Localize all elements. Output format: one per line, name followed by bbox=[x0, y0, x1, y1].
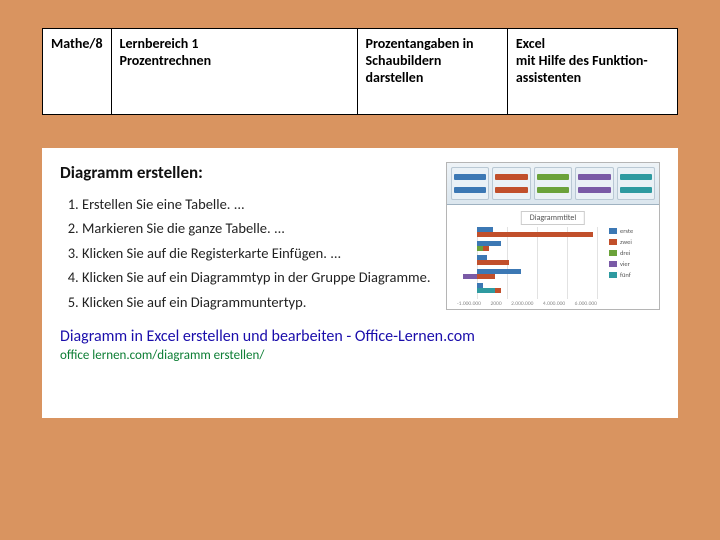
bar-row bbox=[457, 255, 597, 265]
ribbon-group bbox=[534, 167, 572, 200]
legend-swatch bbox=[609, 261, 617, 267]
header-cell-topic: Prozentangaben in Schaubildern darstelle… bbox=[357, 29, 507, 115]
header-area-line2: Prozentrechnen bbox=[120, 52, 212, 69]
legend-label: fünf bbox=[620, 271, 631, 279]
x-tick: 2000 bbox=[490, 301, 501, 307]
ribbon-group bbox=[617, 167, 655, 200]
legend-swatch bbox=[609, 239, 617, 245]
header-cell-area: Lernbereich 1 Prozentrechnen bbox=[111, 29, 357, 115]
x-tick: 4.000.000 bbox=[543, 301, 565, 307]
chart-area: Diagrammtitel erste zwei drei vier fünf bbox=[447, 205, 659, 309]
header-tool-line2: mit Hilfe des Funktion- bbox=[516, 52, 648, 69]
bar-row bbox=[457, 283, 597, 293]
header-table: Mathe/8 Lernbereich 1 Prozentrechnen Pro… bbox=[42, 28, 678, 115]
ribbon-group bbox=[451, 167, 489, 200]
ribbon-group bbox=[575, 167, 613, 200]
header-tool-line1: Excel bbox=[516, 35, 545, 52]
chart-title: Diagrammtitel bbox=[521, 211, 585, 225]
bar-row bbox=[457, 227, 597, 237]
header-area-line1: Lernbereich 1 bbox=[120, 35, 199, 52]
header-cell-subject: Mathe/8 bbox=[43, 29, 112, 115]
search-result-card: Diagramm erstellen: Erstellen Sie eine T… bbox=[42, 148, 678, 418]
bar-row bbox=[457, 241, 597, 251]
legend-label: erste bbox=[620, 227, 633, 235]
chart-x-labels: -1.000.000 2000 2.000.000 4.000.000 6.00… bbox=[457, 301, 597, 307]
legend-swatch bbox=[609, 228, 617, 234]
legend-swatch bbox=[609, 272, 617, 278]
x-tick: 6.000.000 bbox=[575, 301, 597, 307]
x-tick: 2.000.000 bbox=[511, 301, 533, 307]
chart-bars bbox=[457, 227, 597, 299]
legend-swatch bbox=[609, 250, 617, 256]
header-cell-tool: Excel mit Hilfe des Funktion- assistente… bbox=[507, 29, 677, 115]
result-link-title[interactable]: Diagramm in Excel erstellen und bearbeit… bbox=[60, 327, 660, 346]
result-link-url[interactable]: office lernen.com/diagramm erstellen/ bbox=[60, 348, 660, 363]
x-tick: -1.000.000 bbox=[457, 301, 481, 307]
legend-label: vier bbox=[620, 260, 630, 268]
bar-row bbox=[457, 269, 597, 279]
legend-label: drei bbox=[620, 249, 630, 257]
chart-legend: erste zwei drei vier fünf bbox=[609, 227, 655, 282]
header-tool-line3: assistenten bbox=[516, 69, 581, 86]
excel-thumbnail: Diagrammtitel erste zwei drei vier fünf bbox=[446, 162, 660, 310]
legend-label: zwei bbox=[620, 238, 632, 246]
excel-ribbon bbox=[447, 163, 659, 205]
ribbon-group bbox=[492, 167, 530, 200]
